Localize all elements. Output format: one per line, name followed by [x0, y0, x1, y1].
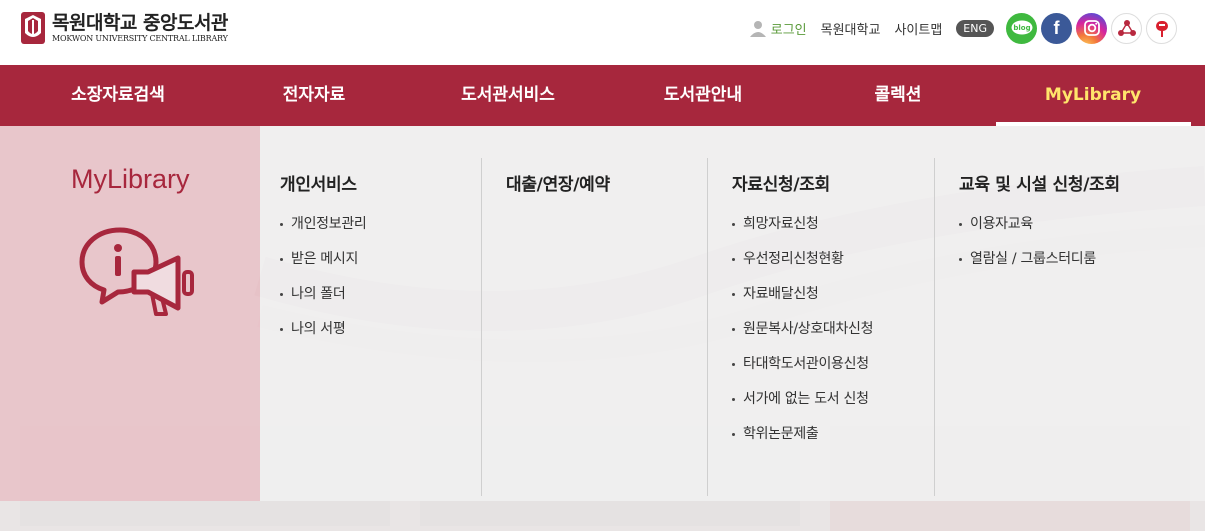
column-title: 개인서비스 — [280, 175, 357, 195]
column-title: 자료신청/조회 — [732, 175, 830, 195]
svg-text:blog: blog — [1013, 24, 1030, 32]
logo-title: 목원대학교 중앙도서관 — [52, 12, 228, 34]
menu-item[interactable]: 열람실 / 그룹스터디룸 — [959, 249, 1185, 284]
gnb-item-e-resources[interactable]: 전자자료 — [214, 65, 414, 126]
menu-item[interactable]: 타대학도서관이용신청 — [732, 354, 958, 389]
utility-bar: 로그인 목원대학교 사이트맵 ENG blog f — [749, 12, 1177, 44]
header: 목원대학교 중앙도서관 MOKWON UNIVERSITY CENTRAL LI… — [0, 0, 1205, 65]
megaphone-info-icon — [79, 227, 194, 316]
column-title: 교육 및 시설 신청/조회 — [959, 175, 1120, 195]
menu-item[interactable]: 개인정보관리 — [280, 214, 506, 249]
instagram-icon[interactable] — [1076, 12, 1107, 44]
menu-item[interactable]: 자료배달신청 — [732, 284, 958, 319]
column-divider — [934, 158, 935, 496]
menu-item[interactable]: 서가에 없는 도서 신청 — [732, 389, 958, 424]
column-divider — [707, 158, 708, 496]
menu-item[interactable]: 희망자료신청 — [732, 214, 958, 249]
library-logo[interactable]: 목원대학교 중앙도서관 MOKWON UNIVERSITY CENTRAL LI… — [20, 11, 228, 45]
column-title[interactable]: 대출/연장/예약 — [506, 170, 732, 195]
gnb-item-collection[interactable]: 콜렉션 — [798, 65, 998, 126]
mega-menu-sidebar: MyLibrary — [0, 126, 260, 501]
login-label: 로그인 — [770, 22, 807, 38]
logo-subtitle: MOKWON UNIVERSITY CENTRAL LIBRARY — [52, 34, 228, 43]
menu-item[interactable]: 나의 서평 — [280, 319, 506, 354]
mega-menu-title: MyLibrary — [71, 164, 190, 194]
menu-column-loans: 대출/연장/예약 — [506, 158, 732, 496]
university-link[interactable]: 목원대학교 — [821, 19, 881, 38]
user-icon — [749, 21, 766, 37]
blog-icon[interactable]: blog — [1006, 12, 1037, 44]
gnb-item-mylibrary[interactable]: MyLibrary — [993, 65, 1193, 126]
menu-item[interactable]: 받은 메시지 — [280, 249, 506, 284]
mega-menu: MyLibrary 개인서비스 개인정보관리 받은 메시지 나의 폴더 나의 서… — [0, 126, 1205, 501]
sitemap-link[interactable]: 사이트맵 — [894, 19, 942, 38]
mailbox-icon[interactable] — [1146, 12, 1177, 44]
menu-column-education-facilities: 교육 및 시설 신청/조회 이용자교육 열람실 / 그룹스터디룸 — [959, 158, 1185, 496]
facebook-icon[interactable]: f — [1041, 12, 1072, 44]
login-link[interactable]: 로그인 — [749, 19, 807, 38]
menu-item[interactable]: 원문복사/상호대차신청 — [732, 319, 958, 354]
gnb-item-library-services[interactable]: 도서관서비스 — [408, 65, 608, 126]
eng-button[interactable]: ENG — [956, 19, 994, 37]
menu-item[interactable]: 우선정리신청현황 — [732, 249, 958, 284]
menu-column-personal-services: 개인서비스 개인정보관리 받은 메시지 나의 폴더 나의 서평 — [280, 158, 506, 496]
column-divider — [481, 158, 482, 496]
gnb-item-search[interactable]: 소장자료검색 — [18, 65, 218, 126]
mega-menu-content: 개인서비스 개인정보관리 받은 메시지 나의 폴더 나의 서평 대출/연장/예약… — [260, 126, 1205, 501]
main-navigation: 소장자료검색 전자자료 도서관서비스 도서관안내 콜렉션 MyLibrary — [0, 65, 1205, 126]
menu-item[interactable]: 이용자교육 — [959, 214, 1185, 249]
menu-column-requests: 자료신청/조회 희망자료신청 우선정리신청현황 자료배달신청 원문복사/상호대차… — [732, 158, 958, 496]
university-emblem-icon — [21, 12, 45, 44]
menu-item[interactable]: 나의 폴더 — [280, 284, 506, 319]
share-icon[interactable] — [1111, 12, 1142, 44]
gnb-item-library-guide[interactable]: 도서관안내 — [603, 65, 803, 126]
menu-item[interactable]: 학위논문제출 — [732, 424, 958, 459]
